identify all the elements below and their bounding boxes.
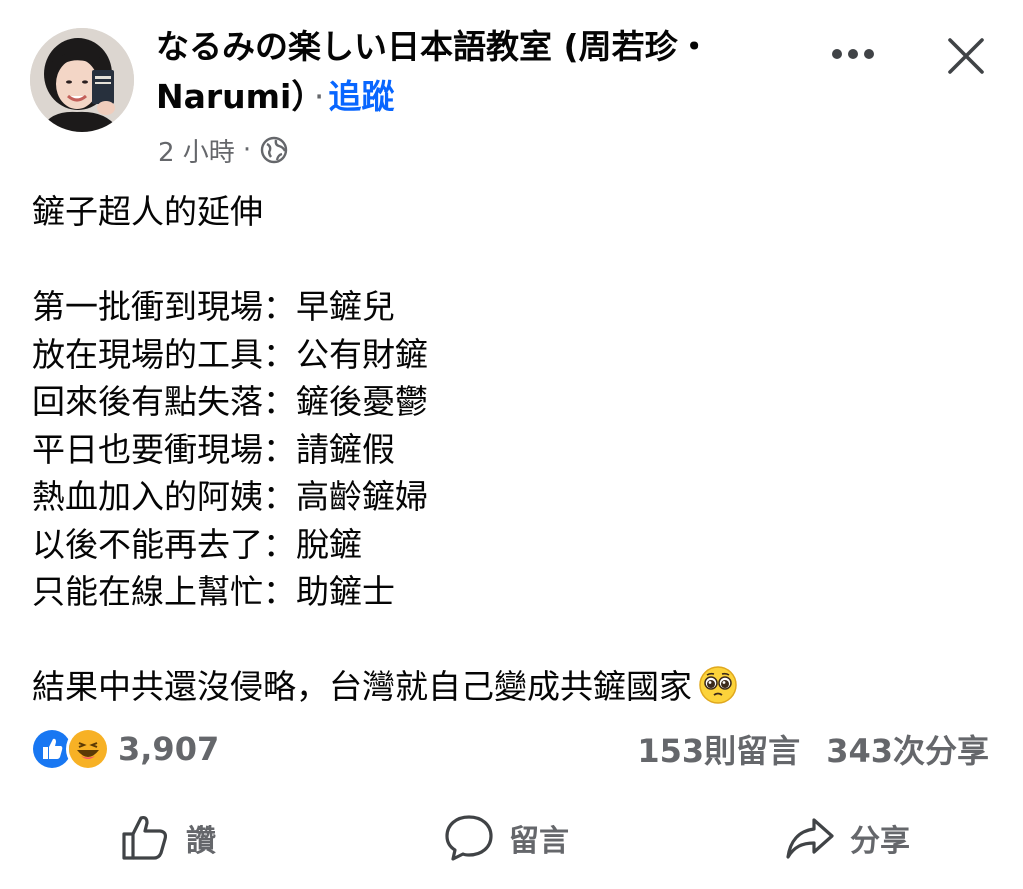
reaction-count: 3,907 (118, 730, 220, 768)
follow-button[interactable]: 追蹤 (328, 77, 394, 116)
post-action-bar: 讚 留言 分享 (0, 808, 1023, 868)
post-body-line: 平日也要衝現場：請鏟假 (32, 429, 395, 469)
facebook-post: なるみの楽しい日本語教室 (周若珍・Narumi） · 追蹤 2 小時 · 鏟子超人 (0, 0, 1023, 889)
post-body-closing-line: 結果中共還沒侵略，台灣就自己變成共鏟國家 (32, 663, 992, 711)
post-body-closing: 結果中共還沒侵略，台灣就自己變成共鏟國家 (32, 667, 692, 706)
like-label: 讚 (186, 824, 216, 859)
comment-button[interactable]: 留言 (443, 808, 569, 868)
post-body-line: 第一批衝到現場：早鏟兒 (32, 287, 395, 326)
post-body-line: 只能在線上幫忙：助鏟士 (32, 572, 395, 611)
like-button[interactable]: 讚 (120, 808, 216, 868)
author-name[interactable]: なるみの楽しい日本語教室 (周若珍・Narumi） (156, 27, 711, 116)
share-label: 分享 (850, 824, 910, 859)
more-options-button[interactable] (826, 34, 880, 74)
thumbs-up-icon (122, 815, 168, 860)
share-arrow-icon (786, 818, 834, 859)
post-header-title: なるみの楽しい日本語教室 (周若珍・Narumi） · 追蹤 (156, 22, 796, 122)
post-body-line: 熱血加入的阿姨：高齡鏟婦 (32, 477, 428, 516)
reactions-summary[interactable]: 3,907 (30, 726, 219, 772)
post-body-line: 以後不能再去了：脫鏟 (32, 524, 362, 564)
post-body-line: 回來後有點失落：鏟後憂鬱 (32, 382, 428, 421)
engagement-stats: 153則留言 343次分享 (637, 726, 989, 772)
header-separator: · (313, 77, 325, 116)
globe-icon (259, 135, 289, 165)
comment-bubble-icon (445, 815, 493, 861)
comment-label: 留言 (509, 824, 569, 859)
post-meta: 2 小時 · (158, 130, 289, 170)
meta-separator: · (242, 135, 252, 165)
haha-reaction-icon (66, 727, 110, 771)
share-button[interactable]: 分享 (784, 808, 910, 868)
post-body-title: 鏟子超人的延伸 (32, 192, 263, 231)
post-timestamp[interactable]: 2 小時 (158, 132, 235, 169)
pleading-face-emoji (698, 665, 738, 705)
shares-count[interactable]: 343次分享 (826, 726, 989, 772)
avatar-image (30, 28, 134, 132)
post-body-line: 放在現場的工具：公有財鏟 (32, 334, 428, 374)
more-horizontal-icon (832, 49, 874, 59)
close-button[interactable] (938, 28, 994, 84)
post-body: 鏟子超人的延伸 第一批衝到現場：早鏟兒 放在現場的工具：公有財鏟 回來後有點失落… (32, 188, 992, 711)
comments-count[interactable]: 153則留言 (637, 726, 800, 772)
author-avatar[interactable] (30, 28, 134, 132)
close-icon (948, 38, 984, 74)
